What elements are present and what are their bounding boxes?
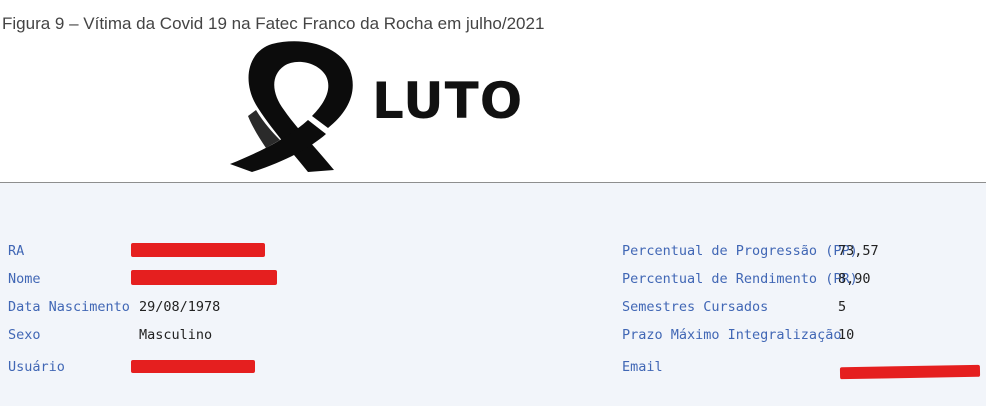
field-label-percentual-rendimento: Percentual de Rendimento (PR) — [622, 271, 858, 287]
field-label-usuario: Usuário — [8, 359, 65, 375]
field-value-percentual-progressao: 73,57 — [838, 243, 879, 259]
field-label-sexo: Sexo — [8, 327, 41, 343]
field-value-prazo-maximo: 10 — [838, 327, 855, 343]
redaction-bar-nome — [131, 270, 277, 285]
mourning-ribbon-logo: LUTO — [230, 41, 523, 173]
student-info-panel: RA Nome Data Nascimento 29/08/1978 Sexo … — [0, 182, 986, 406]
mourning-ribbon-icon — [230, 41, 353, 173]
redaction-bar-email — [839, 364, 981, 380]
logo-word: LUTO — [372, 72, 523, 130]
field-value-percentual-rendimento: 8,90 — [838, 271, 871, 287]
field-data-nascimento: Data Nascimento — [8, 296, 130, 318]
field-label-ra: RA — [8, 243, 25, 259]
field-value-semestres-cursados: 5 — [838, 299, 847, 315]
field-value-data-nascimento: 29/08/1978 — [139, 299, 221, 315]
field-percentual-rendimento: Percentual de Rendimento (PR) — [622, 268, 858, 290]
field-label-prazo-maximo: Prazo Máximo Integralização — [622, 327, 842, 343]
field-label-percentual-progressao: Percentual de Progressão (PP) — [622, 243, 858, 259]
field-sexo: Sexo — [8, 324, 41, 346]
field-usuario: Usuário — [8, 356, 65, 378]
field-ra: RA — [8, 240, 24, 262]
field-label-semestres-cursados: Semestres Cursados — [622, 299, 769, 315]
field-label-nome: Nome — [8, 271, 41, 287]
figure-caption: Figura 9 – Vítima da Covid 19 na Fatec F… — [2, 14, 545, 33]
field-nome: Nome — [8, 268, 41, 290]
field-semestres-cursados: Semestres Cursados — [622, 296, 768, 318]
field-percentual-progressao: Percentual de Progressão (PP) — [622, 240, 858, 262]
field-label-data-nascimento: Data Nascimento — [8, 299, 130, 315]
field-value-sexo: Masculino — [139, 327, 213, 343]
field-label-email: Email — [622, 359, 663, 375]
field-prazo-maximo: Prazo Máximo Integralização — [622, 324, 841, 346]
field-email: Email — [622, 356, 663, 378]
redaction-bar-usuario — [131, 360, 255, 373]
redaction-bar-ra — [131, 243, 265, 257]
